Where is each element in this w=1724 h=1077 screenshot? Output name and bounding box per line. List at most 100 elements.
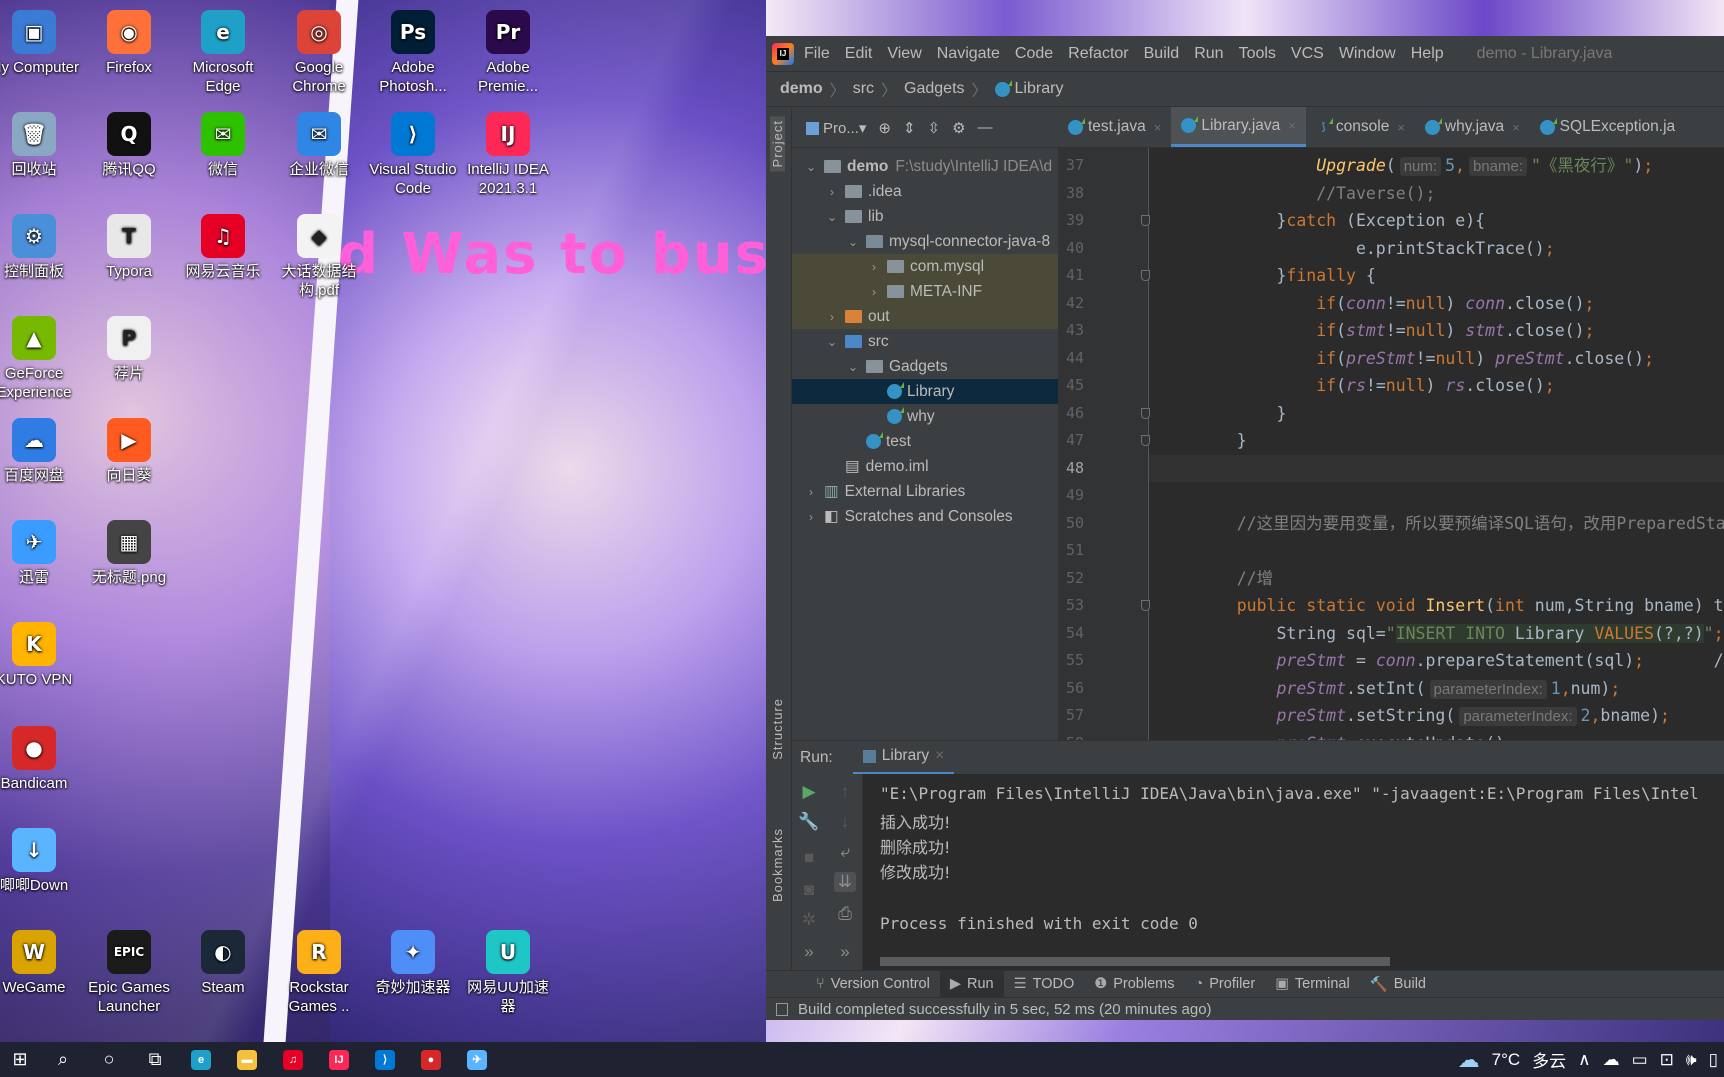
console-scrollbar[interactable] <box>880 957 1390 966</box>
tool-tab-terminal[interactable]: ▣ Terminal <box>1265 971 1360 998</box>
desktop-icon[interactable]: Ps Adobe Photosh... <box>366 10 460 96</box>
breadcrumb-gadgets[interactable]: Gadgets <box>904 80 964 98</box>
close-tab-icon[interactable]: × <box>1397 120 1405 135</box>
close-tab-icon[interactable]: × <box>1512 120 1520 135</box>
desktop-icon[interactable]: ◉ Firefox <box>82 10 176 77</box>
chevron-icon[interactable]: › <box>825 185 839 199</box>
menu-run[interactable]: Run <box>1194 45 1223 63</box>
desktop-icon[interactable]: ▦ 无标题.png <box>82 520 176 587</box>
desktop-icon[interactable]: ◐ Steam <box>176 930 270 997</box>
desktop-icon[interactable]: U 网易UU加速器 <box>461 930 555 1016</box>
tree-item[interactable]: › ◧ Scratches and Consoles <box>792 504 1058 529</box>
tree-item[interactable]: ⌄ mysql-connector-java-8 <box>792 229 1058 254</box>
taskbar-intellij[interactable]: IJ <box>316 1042 362 1077</box>
hide-icon[interactable]: — <box>978 119 993 136</box>
desktop-icon[interactable]: W WeGame <box>0 930 81 997</box>
tab-sqlexception-ja[interactable]: SQLException.ja <box>1530 107 1685 147</box>
locate-icon[interactable]: ⊕ <box>878 119 891 137</box>
breadcrumb-demo[interactable]: demo <box>780 80 823 98</box>
volume-icon[interactable]: 🕪 <box>1686 1050 1697 1070</box>
tree-item[interactable]: › out <box>792 304 1058 329</box>
fold-marker-icon[interactable] <box>1141 407 1150 419</box>
start-button[interactable]: ⊞ <box>0 1042 40 1077</box>
tree-item[interactable]: test <box>792 429 1058 454</box>
collapse-all-icon[interactable]: ⇳ <box>928 119 941 137</box>
gear-icon[interactable]: ⚙ <box>952 119 965 137</box>
code-editor[interactable]: 37 38 39 40 41 42 43 44 45 46 47 48 49 50 51 52 53 54 55 56… <box>1058 148 1724 776</box>
desktop-icon[interactable]: EPIC Epic Games Launcher <box>82 930 176 1016</box>
desktop-icon[interactable]: R Rockstar Games .. <box>272 930 366 1016</box>
desktop-icon[interactable]: ✦ 奇妙加速器 <box>366 930 460 997</box>
menu-code[interactable]: Code <box>1015 45 1053 63</box>
menu-help[interactable]: Help <box>1411 45 1444 63</box>
structure-tool-button[interactable]: Structure <box>770 698 785 760</box>
breadcrumb-library[interactable]: Library <box>1015 80 1064 98</box>
down-arrow-icon[interactable]: ↓ <box>834 812 856 832</box>
desktop-icon[interactable]: ▲ GeForce Experience <box>0 316 81 402</box>
weather-condition[interactable]: 多云 <box>1532 1047 1566 1072</box>
chevron-icon[interactable]: ⌄ <box>846 235 860 249</box>
tool-tab-run[interactable]: ▶ Run <box>939 970 1004 998</box>
chevron-icon[interactable]: ⌄ <box>825 335 839 349</box>
menu-refactor[interactable]: Refactor <box>1068 45 1128 63</box>
menu-navigate[interactable]: Navigate <box>937 45 1000 63</box>
tree-item[interactable]: ⌄ src <box>792 329 1058 354</box>
desktop-icon[interactable]: ⟩ Visual Studio Code <box>366 112 460 198</box>
tree-item[interactable]: ▤ demo.iml <box>792 454 1058 479</box>
rerun-icon[interactable]: ▶ <box>798 782 820 802</box>
bookmarks-tool-button[interactable]: Bookmarks <box>770 828 785 902</box>
settings-icon[interactable]: ✲ <box>798 910 820 930</box>
chevron-icon[interactable]: › <box>867 260 881 274</box>
up-arrow-icon[interactable]: ↑ <box>834 782 856 802</box>
desktop-icon[interactable]: P 荐片 <box>82 316 176 383</box>
soft-wrap-icon[interactable]: ⤶ <box>834 842 856 862</box>
desktop-icon[interactable]: ↓ 唧唧Down <box>0 828 81 895</box>
tab-why-java[interactable]: why.java × <box>1415 107 1530 147</box>
menu-window[interactable]: Window <box>1339 45 1396 63</box>
tree-item[interactable]: › com.mysql <box>792 254 1058 279</box>
desktop-icon[interactable]: ◎ Google Chrome <box>272 10 366 96</box>
desktop-icon[interactable]: ✉ 微信 <box>176 112 270 179</box>
desktop-icon[interactable]: e Microsoft Edge <box>176 10 270 96</box>
close-tab-icon[interactable]: × <box>935 747 944 765</box>
expand-all-icon[interactable]: ⇕ <box>903 119 916 137</box>
ime-icon[interactable]: ▯ <box>1709 1050 1718 1070</box>
desktop-icon[interactable]: ✈ 迅雷 <box>0 520 81 587</box>
more-icon[interactable]: » <box>798 942 820 962</box>
close-tab-icon[interactable]: × <box>1154 120 1162 135</box>
chevron-icon[interactable]: › <box>804 510 818 524</box>
desktop-icon[interactable]: ● Bandicam <box>0 726 81 793</box>
tool-tab-profiler[interactable]: ◔ Profiler <box>1184 971 1265 998</box>
tree-item[interactable]: why <box>792 404 1058 429</box>
fold-marker-icon[interactable] <box>1141 600 1150 611</box>
taskbar-task-view[interactable]: ⧉ <box>132 1042 178 1077</box>
desktop-icon[interactable]: K KUTO VPN <box>0 622 81 689</box>
taskbar-cortana[interactable]: ○ <box>86 1042 132 1077</box>
show-hidden-icons-icon[interactable]: ∧ <box>1578 1050 1590 1070</box>
menu-view[interactable]: View <box>887 45 921 63</box>
desktop-icon[interactable]: ▶ 向日葵 <box>82 418 176 485</box>
tree-item[interactable]: › ▥ External Libraries <box>792 479 1058 504</box>
menu-file[interactable]: File <box>804 45 830 63</box>
desktop-icon[interactable]: IJ IntelliJ IDEA 2021.3.1 <box>461 112 555 198</box>
weather-temp[interactable]: 7°C <box>1492 1050 1521 1070</box>
tool-tab-problems[interactable]: ❶ Problems <box>1084 971 1184 998</box>
chevron-icon[interactable]: ⌄ <box>846 360 860 374</box>
taskbar-edge[interactable]: e <box>178 1042 224 1077</box>
more-icon[interactable]: » <box>834 942 856 962</box>
close-tab-icon[interactable]: × <box>1288 118 1296 133</box>
fold-marker-icon[interactable] <box>1141 270 1150 281</box>
taskbar-search[interactable]: ⌕ <box>40 1042 86 1077</box>
taskbar-bandicam[interactable]: ● <box>408 1042 454 1077</box>
taskbar-vscode[interactable]: ⟩ <box>362 1042 408 1077</box>
run-tab-library[interactable]: Library × <box>852 741 955 775</box>
tool-tab-todo[interactable]: ☰ TODO <box>1004 971 1085 998</box>
desktop-icon[interactable]: ▣ My Computer <box>0 10 81 77</box>
tree-item[interactable]: ⌄ demo F:\study\IntelliJ IDEA\d <box>792 154 1058 179</box>
chevron-icon[interactable]: › <box>804 485 818 499</box>
desktop-icon[interactable]: ✉ 企业微信 <box>272 112 366 179</box>
desktop-icon[interactable]: T Typora <box>82 214 176 281</box>
tab-console[interactable]: ⟆ console × <box>1306 107 1415 147</box>
project-tool-button[interactable]: Project <box>770 116 785 172</box>
chevron-icon[interactable]: › <box>867 285 881 299</box>
